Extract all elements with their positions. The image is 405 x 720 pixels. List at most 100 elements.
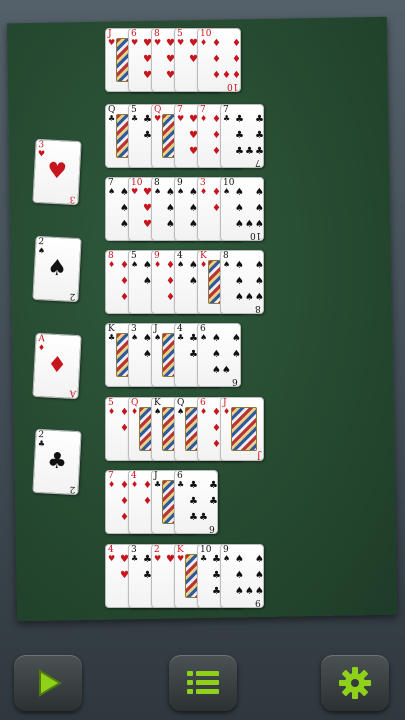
- spades-icon: ♠: [177, 260, 185, 269]
- hearts-icon: ♥: [46, 158, 68, 185]
- spades-icon: ♠: [245, 292, 254, 303]
- diamonds-icon: ♦: [200, 187, 208, 196]
- spades-icon: ♠: [46, 255, 68, 282]
- diamonds-icon: ♦: [46, 352, 68, 379]
- spades-icon: ♠: [177, 407, 185, 416]
- card-a-diamonds[interactable]: A ♦ ♦ A: [32, 332, 82, 400]
- spades-icon: ♠: [255, 554, 264, 565]
- spades-icon: ♠: [255, 260, 264, 271]
- play-icon: [39, 669, 62, 697]
- spades-icon: ♠: [255, 187, 264, 198]
- spades-icon: ♠: [154, 187, 162, 196]
- clubs-icon: ♣: [235, 114, 244, 125]
- clubs-icon: ♣: [223, 114, 231, 123]
- spades-icon: ♠: [212, 365, 221, 376]
- menu-list-icon: [187, 671, 219, 694]
- menu-button[interactable]: [169, 655, 237, 711]
- diamonds-icon: ♦: [232, 70, 241, 81]
- spades-icon: ♠: [235, 554, 244, 565]
- hearts-icon: ♥: [177, 554, 185, 563]
- clubs-icon: ♣: [189, 512, 198, 523]
- court-card-art: [231, 407, 257, 451]
- card-rank-bottom: 9: [255, 597, 261, 607]
- card-rank-bottom: 2: [69, 290, 76, 302]
- clubs-icon: ♣: [245, 146, 254, 157]
- diamonds-icon: ♦: [131, 407, 139, 416]
- diamonds-icon: ♦: [200, 38, 208, 47]
- diamonds-icon: ♦: [131, 480, 139, 489]
- diamonds-icon: ♦: [108, 260, 116, 269]
- card-6-clubs[interactable]: 6 ♣ ♣ ♣ ♣ ♣ ♣ ♣ 6: [174, 470, 218, 534]
- card-rank-bottom: 10: [226, 81, 238, 91]
- spades-icon: ♠: [255, 203, 264, 214]
- card-2-spades[interactable]: 2 ♠ ♠ 2: [32, 235, 82, 303]
- card-2-clubs[interactable]: 2 ♣ ♣ 2: [32, 428, 82, 496]
- spades-icon: ♠: [235, 276, 244, 287]
- spades-icon: ♠: [255, 570, 264, 581]
- clubs-icon: ♣: [235, 130, 244, 141]
- spades-icon: ♠: [245, 219, 254, 230]
- card-rank-bottom: 10: [249, 230, 261, 240]
- hearts-icon: ♥: [131, 38, 139, 47]
- card-10-diamonds[interactable]: 10 ♦ ♦ ♦ ♦ ♦ ♦ ♦ ♦ 10: [197, 28, 241, 92]
- spades-icon: ♠: [235, 219, 244, 230]
- spades-icon: ♠: [212, 349, 221, 360]
- spades-icon: ♠: [255, 219, 264, 230]
- card-6-spades[interactable]: 6 ♠ ♠ ♠ ♠ ♠ ♠ ♠ 6: [197, 323, 241, 387]
- diamonds-icon: ♦: [212, 70, 221, 81]
- clubs-icon: ♣: [37, 438, 46, 449]
- card-7-clubs[interactable]: 7 ♣ ♣ ♣ ♣ ♣ ♣ ♣ ♣ 7: [220, 104, 264, 168]
- spades-icon: ♠: [235, 187, 244, 198]
- card-rank-bottom: 3: [69, 193, 76, 205]
- spades-icon: ♠: [200, 333, 208, 342]
- clubs-icon: ♣: [189, 480, 198, 491]
- spades-icon: ♠: [255, 292, 264, 303]
- spades-icon: ♠: [131, 260, 139, 269]
- clubs-icon: ♣: [255, 130, 264, 141]
- clubs-icon: ♣: [177, 480, 185, 489]
- spades-icon: ♠: [235, 570, 244, 581]
- spades-icon: ♠: [222, 365, 231, 376]
- spades-icon: ♠: [245, 586, 254, 597]
- spades-icon: ♠: [223, 260, 231, 269]
- spades-icon: ♠: [235, 292, 244, 303]
- diamonds-icon: ♦: [223, 407, 231, 416]
- card-10-spades[interactable]: 10 ♠ ♠ ♠ ♠ ♠ ♠ ♠ ♠ 10: [220, 177, 264, 241]
- card-9-spades[interactable]: 9♠♠♠♠♠♠♠♠9: [220, 544, 264, 608]
- clubs-icon: ♣: [131, 554, 139, 563]
- diamonds-icon: ♦: [37, 342, 46, 353]
- hearts-icon: ♥: [177, 114, 185, 123]
- card-rank-bottom: 2: [69, 483, 76, 495]
- spades-icon: ♠: [232, 333, 241, 344]
- hearts-icon: ♥: [154, 114, 162, 123]
- hearts-icon: ♥: [37, 148, 46, 159]
- clubs-icon: ♣: [108, 114, 116, 123]
- card-3-hearts[interactable]: 3 ♥ ♥ 3: [32, 138, 82, 206]
- card-rank-bottom: 8: [255, 303, 261, 313]
- spades-icon: ♠: [108, 187, 116, 196]
- spades-icon: ♠: [255, 276, 264, 287]
- settings-button[interactable]: [321, 655, 389, 711]
- clubs-icon: ♣: [235, 146, 244, 157]
- card-rank-bottom: A: [68, 387, 76, 399]
- clubs-icon: ♣: [255, 146, 264, 157]
- diamonds-icon: ♦: [222, 70, 231, 81]
- spades-icon: ♠: [235, 586, 244, 597]
- hearts-icon: ♥: [154, 38, 162, 47]
- clubs-icon: ♣: [131, 114, 139, 123]
- play-button[interactable]: [14, 655, 82, 711]
- diamonds-icon: ♦: [232, 38, 241, 49]
- clubs-icon: ♣: [200, 554, 208, 563]
- spades-icon: ♠: [154, 407, 162, 416]
- card-rank-bottom: 7: [255, 157, 261, 167]
- diamonds-icon: ♦: [200, 407, 208, 416]
- hearts-icon: ♥: [131, 187, 139, 196]
- card-j-diamonds[interactable]: J ♦ J: [220, 397, 264, 461]
- clubs-icon: ♣: [199, 512, 208, 523]
- diamonds-icon: ♦: [200, 260, 208, 269]
- card-rank-bottom: 6: [232, 376, 238, 386]
- hearts-icon: ♥: [108, 38, 116, 47]
- card-8-spades[interactable]: 8♠♠♠♠♠♠♠♠8: [220, 250, 264, 314]
- clubs-icon: ♣: [209, 480, 218, 491]
- card-rank-bottom: J: [257, 450, 261, 460]
